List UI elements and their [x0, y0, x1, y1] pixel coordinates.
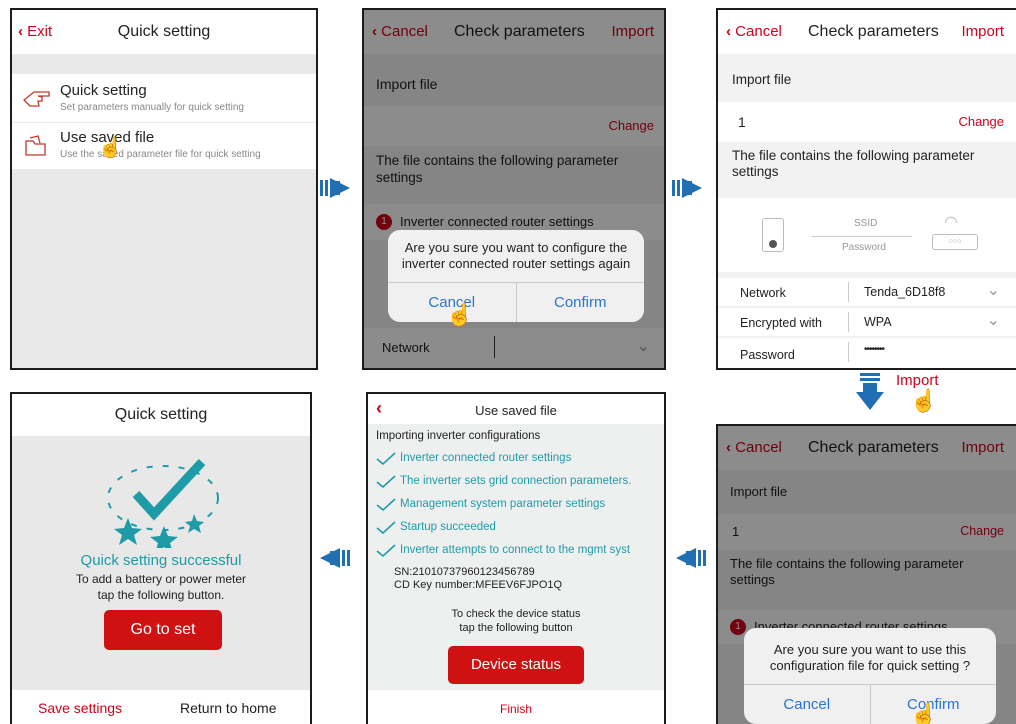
item-title: Quick setting [60, 82, 147, 99]
success-text: Quick setting successful [80, 552, 242, 569]
encryption-row[interactable]: Encrypted with WPA ⌄ [718, 308, 1016, 336]
check-icon [376, 498, 396, 512]
change-link[interactable]: Change [958, 114, 1004, 129]
header: ‹ Exit Quick setting [12, 10, 316, 54]
hand-cursor-icon: ☝ [446, 302, 474, 327]
hand-cursor-icon: ☝ [910, 388, 938, 413]
progress-item: Management system parameter settings [400, 498, 606, 510]
arrow-right-icon [318, 170, 354, 211]
dialog-buttons: Cancel Confirm [744, 684, 996, 724]
check-status-line2: tap the following button [459, 622, 573, 634]
progress-item: Startup succeeded [400, 521, 496, 533]
progress-item: The inverter sets grid connection parame… [400, 475, 632, 487]
menu-item-use-saved-file[interactable]: Use saved file Use the saved parameter f… [12, 123, 316, 169]
screen-use-saved-file-progress: ‹ Use saved file Importing inverter conf… [366, 392, 666, 724]
cancel-button[interactable]: ‹ Cancel [726, 23, 782, 40]
dialog-cancel-button[interactable]: Cancel [744, 685, 870, 724]
header: Quick setting [12, 394, 310, 436]
finish-button[interactable]: Finish [368, 702, 664, 716]
divider [848, 282, 849, 302]
wifi-icon: ◠ [944, 214, 958, 231]
screen-check-parameters-details: ‹ Cancel Check parameters Import Import … [716, 8, 1016, 370]
dialog-confirm-button[interactable]: Confirm [515, 283, 645, 322]
check-icon [376, 475, 396, 489]
importing-text: Importing inverter configurations [376, 430, 541, 442]
dialog-message: Are you sure you want to use this config… [769, 642, 971, 673]
import-action-label: Import [896, 372, 939, 389]
connection-line [812, 236, 912, 237]
return-home-button[interactable]: Return to home [180, 700, 277, 716]
device-status-button[interactable]: Device status [448, 646, 584, 684]
page-title: Quick setting [114, 406, 208, 423]
network-row[interactable]: Network Tenda_6D18f8 ⌄ [718, 278, 1016, 306]
page-title: Quick setting [117, 23, 211, 40]
password-row[interactable]: Password •••••••• [718, 338, 1016, 368]
router-diagram: SSID Password ○○○ ◠ [718, 198, 1016, 272]
password-input[interactable]: •••••••• [864, 344, 885, 355]
inverter-icon [762, 218, 784, 252]
check-status-line1: To check the device status [451, 608, 581, 620]
confirm-dialog: Are you sure you want to configure the i… [388, 230, 644, 322]
bottom-bar: Save settings Return to home [12, 690, 310, 724]
divider [848, 342, 849, 362]
check-icon [376, 544, 396, 558]
instruction-line2: tap the following button. [97, 588, 225, 602]
check-icon [376, 521, 396, 535]
network-label: Network [740, 286, 786, 300]
import-file-label: Import file [732, 72, 792, 87]
arrow-left-icon [672, 540, 708, 581]
progress-item: Inverter connected router settings [400, 452, 572, 464]
dialog-message: Are you sure you want to configure the i… [401, 240, 631, 271]
contains-text: The file contains the following paramete… [732, 148, 975, 179]
screen-check-parameters-confirm: ‹ Cancel Check parameters Import Import … [362, 8, 666, 370]
dialog-buttons: Cancel Confirm [388, 282, 644, 322]
header: ‹ Use saved file [368, 394, 664, 424]
item-description: Use the saved parameter file for quick s… [60, 149, 261, 160]
success-stars-check-icon [107, 458, 219, 548]
arrow-right-icon [670, 170, 706, 211]
cd-key: CD Key number:MFEEV6FJPO1Q [394, 579, 563, 591]
folder-icon [25, 135, 46, 156]
go-to-set-button[interactable]: Go to set [104, 610, 222, 650]
item-description: Set parameters manually for quick settin… [60, 102, 244, 113]
arrow-left-icon [316, 540, 352, 581]
screen-quick-setting-menu: ‹ Exit Quick setting Quick setting Set p… [10, 8, 318, 370]
file-value: 1 [738, 114, 746, 130]
confirm-dialog: Are you sure you want to use this config… [744, 628, 996, 724]
encrypted-value: WPA [864, 315, 892, 329]
router-icon: ○○○ [932, 234, 978, 250]
screen-check-parameters-use-file: ‹ Cancel Check parameters Import Import … [716, 424, 1016, 724]
page-title: Check parameters [808, 23, 939, 40]
header: ‹ Cancel Check parameters Import [718, 10, 1016, 54]
password-label: Password [740, 348, 795, 362]
chevron-down-icon: ⌄ [986, 312, 1000, 329]
chevron-left-icon: ‹ [726, 23, 731, 40]
divider [848, 312, 849, 332]
hand-cursor-icon: ☝ [910, 702, 938, 724]
password-hint: Password [842, 242, 886, 253]
menu-item-quick-setting[interactable]: Quick setting Set parameters manually fo… [12, 74, 316, 122]
encrypted-label: Encrypted with [740, 316, 822, 330]
hand-cursor-icon: ☝ [98, 137, 123, 159]
save-settings-button[interactable]: Save settings [38, 700, 122, 716]
check-icon [376, 452, 396, 466]
instruction-line1: To add a battery or power meter [75, 572, 247, 586]
import-button[interactable]: Import [961, 23, 1004, 40]
page-title: Use saved file [475, 403, 557, 418]
network-value: Tenda_6D18f8 [864, 285, 946, 299]
ssid-label: SSID [854, 218, 878, 229]
file-row: 1 Change [718, 102, 1016, 142]
progress-item: Inverter attempts to connect to the mgmt… [400, 544, 631, 556]
screen-quick-setting-success: Quick setting Quick setting successful T… [10, 392, 312, 724]
pointing-hand-icon [23, 91, 50, 107]
arrow-down-icon [852, 372, 888, 417]
serial-number: SN:21010737960123456789 [394, 566, 535, 578]
progress-panel: Importing inverter configurations Invert… [368, 424, 664, 690]
chevron-down-icon: ⌄ [986, 282, 1000, 299]
